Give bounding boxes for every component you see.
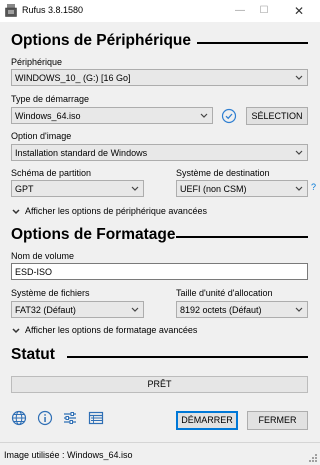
chevron-down-icon bbox=[131, 186, 139, 191]
file-system-value: FAT32 (Défaut) bbox=[15, 305, 76, 315]
resize-grip-icon[interactable] bbox=[308, 453, 318, 463]
maximize-button[interactable]: ☐ bbox=[250, 2, 278, 20]
chevron-down-icon bbox=[131, 307, 139, 312]
file-system-dropdown[interactable]: FAT32 (Défaut) bbox=[11, 301, 144, 318]
device-value: WINDOWS_10_ (G:) [16 Go] bbox=[15, 73, 131, 83]
cluster-size-label: Taille d'unité d'allocation bbox=[176, 288, 273, 298]
log-icon[interactable] bbox=[88, 410, 104, 426]
globe-icon[interactable] bbox=[11, 410, 27, 426]
drive-properties-heading: Options de Périphérique bbox=[11, 32, 191, 49]
device-label: Périphérique bbox=[11, 57, 63, 67]
close-window-button[interactable]: ✕ bbox=[285, 2, 313, 20]
image-option-dropdown[interactable]: Installation standard de Windows bbox=[11, 144, 308, 161]
footer-divider bbox=[0, 442, 320, 443]
boot-selection-dropdown[interactable]: Windows_64.iso bbox=[11, 107, 213, 124]
partition-scheme-dropdown[interactable]: GPT bbox=[11, 180, 144, 197]
status-progress-bar: PRÊT bbox=[11, 376, 308, 393]
target-system-help[interactable]: ? bbox=[311, 182, 316, 192]
close-button[interactable]: FERMER bbox=[247, 411, 308, 430]
target-system-dropdown[interactable]: UEFI (non CSM) bbox=[176, 180, 308, 197]
advanced-format-toggle[interactable]: Afficher les options de formatage avancé… bbox=[11, 325, 197, 335]
section-divider bbox=[197, 42, 308, 44]
volume-label-value: ESD-ISO bbox=[15, 267, 53, 277]
footer-status-text: Image utilisée : Windows_64.iso bbox=[4, 450, 133, 460]
advanced-drive-toggle[interactable]: Afficher les options de périphérique ava… bbox=[11, 206, 207, 216]
volume-label-label: Nom de volume bbox=[11, 251, 75, 261]
boot-selection-value: Windows_64.iso bbox=[15, 111, 81, 121]
check-circle-icon[interactable] bbox=[221, 108, 237, 124]
chevron-down-icon bbox=[295, 150, 303, 155]
start-button[interactable]: DÉMARRER bbox=[176, 411, 238, 430]
rufus-app-icon bbox=[5, 4, 17, 17]
partition-scheme-value: GPT bbox=[15, 184, 34, 194]
section-divider bbox=[176, 236, 308, 238]
settings-sliders-icon[interactable] bbox=[62, 410, 78, 426]
image-option-label: Option d'image bbox=[11, 131, 72, 141]
chevron-down-icon bbox=[12, 209, 20, 214]
partition-scheme-label: Schéma de partition bbox=[11, 168, 92, 178]
section-divider bbox=[67, 356, 308, 358]
cluster-size-value: 8192 octets (Défaut) bbox=[180, 305, 262, 315]
format-options-heading: Options de Formatage bbox=[11, 226, 176, 243]
window-title: Rufus 3.8.1580 bbox=[22, 5, 84, 15]
title-bar: Rufus 3.8.1580 — ☐ ✕ bbox=[0, 0, 320, 22]
boot-selection-label: Type de démarrage bbox=[11, 94, 90, 104]
file-system-label: Système de fichiers bbox=[11, 288, 90, 298]
chevron-down-icon bbox=[295, 75, 303, 80]
device-dropdown[interactable]: WINDOWS_10_ (G:) [16 Go] bbox=[11, 69, 308, 86]
chevron-down-icon bbox=[295, 186, 303, 191]
select-image-button[interactable]: SÉLECTION bbox=[246, 107, 308, 125]
cluster-size-dropdown[interactable]: 8192 octets (Défaut) bbox=[176, 301, 308, 318]
info-icon[interactable] bbox=[37, 410, 53, 426]
status-heading: Statut bbox=[11, 346, 55, 363]
advanced-format-toggle-label: Afficher les options de formatage avancé… bbox=[25, 325, 198, 335]
advanced-drive-toggle-label: Afficher les options de périphérique ava… bbox=[25, 206, 207, 216]
chevron-down-icon bbox=[200, 113, 208, 118]
chevron-down-icon bbox=[12, 328, 20, 333]
target-system-value: UEFI (non CSM) bbox=[180, 184, 247, 194]
target-system-label: Système de destination bbox=[176, 168, 270, 178]
chevron-down-icon bbox=[295, 307, 303, 312]
image-option-value: Installation standard de Windows bbox=[15, 148, 148, 158]
volume-label-input[interactable]: ESD-ISO bbox=[11, 263, 308, 280]
